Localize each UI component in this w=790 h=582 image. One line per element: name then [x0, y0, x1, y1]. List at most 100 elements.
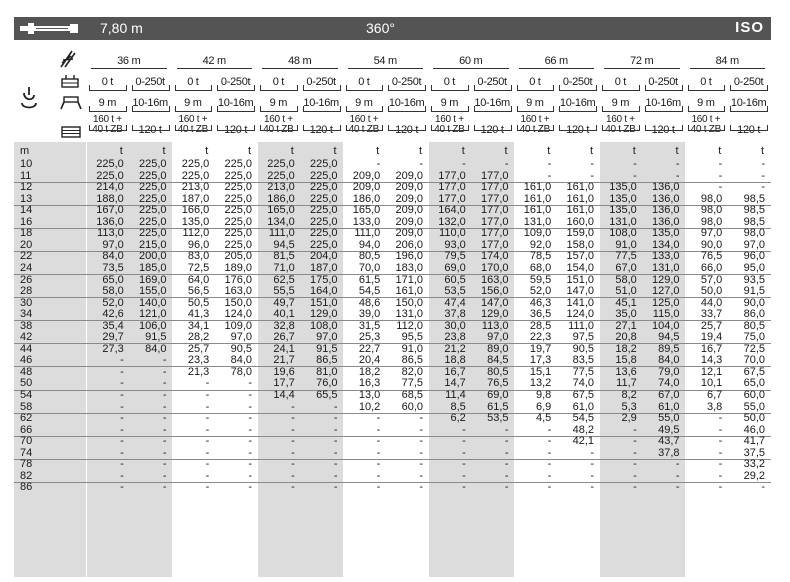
- load-value: -: [547, 469, 552, 482]
- boom-length-label: 72 m: [630, 55, 654, 67]
- load-value: 25,7: [187, 342, 210, 355]
- load-value: -: [761, 158, 765, 170]
- load-value: 177,0: [438, 192, 466, 205]
- load-value: -: [675, 458, 680, 471]
- span-label: 9 m: [526, 97, 544, 109]
- span-label: 9 m: [611, 97, 630, 109]
- load-value: 77,5: [572, 365, 594, 378]
- load-value: 205,0: [224, 250, 252, 263]
- load-value: 225,0: [224, 169, 252, 182]
- load-value: 28,2: [187, 331, 210, 344]
- sub-tick: [168, 125, 170, 131]
- load-value: 6,2: [450, 412, 466, 425]
- load-value: 91,0: [401, 342, 423, 355]
- radius-value: 58: [20, 400, 33, 413]
- sub-tick: [516, 125, 518, 131]
- sub-rule: [131, 130, 169, 131]
- load-value: 22,3: [529, 331, 552, 344]
- load-value: 98,0: [700, 215, 723, 228]
- sub-tick: [89, 125, 90, 131]
- sub-tick: [388, 106, 390, 112]
- sub-tick: [638, 125, 640, 131]
- load-value: -: [120, 412, 124, 425]
- load-value: -: [291, 446, 295, 459]
- load-value: 204,0: [309, 250, 338, 263]
- load-value: 141,0: [566, 296, 594, 309]
- sub-rule: [174, 90, 212, 91]
- sub-tick: [602, 85, 603, 91]
- ctr-label: 0 t: [358, 76, 370, 88]
- radius-value: 24: [20, 261, 33, 274]
- load-value: 163,0: [480, 273, 509, 286]
- load-value: -: [633, 435, 637, 448]
- load-value: -: [675, 169, 680, 182]
- load-value: 225,0: [138, 192, 167, 205]
- sub-tick: [345, 125, 347, 131]
- sub-rule: [345, 90, 383, 91]
- load-value: 58,0: [102, 285, 124, 298]
- load-value: 52,0: [529, 285, 552, 298]
- load-value: 50,0: [700, 285, 723, 298]
- sub-tick: [596, 106, 597, 112]
- sub-tick: [217, 106, 219, 112]
- sub-tick: [730, 125, 732, 131]
- load-value: 74,0: [658, 377, 680, 390]
- load-value: -: [547, 158, 552, 170]
- sub-tick: [339, 85, 341, 91]
- load-value: 84,0: [145, 342, 167, 355]
- load-value: 140,0: [138, 296, 167, 309]
- span-label: 9 m: [355, 97, 373, 109]
- load-value: 9,8: [535, 389, 552, 401]
- sub-rule: [644, 111, 682, 112]
- load-value: 98,5: [743, 192, 765, 205]
- load-value: 31,5: [358, 319, 381, 332]
- load-value: 135,0: [609, 192, 637, 205]
- boom-group-rule: [176, 68, 252, 69]
- span-label: 10-16m: [132, 97, 168, 109]
- sub-tick: [302, 85, 304, 91]
- load-value: 225,0: [224, 192, 252, 205]
- column-header: 36 m0 t0-250t9 m10-16m160 t + 40 t ZB120…: [14, 47, 771, 142]
- load-value: 225,0: [224, 238, 252, 251]
- load-value: 176,0: [224, 273, 252, 286]
- load-value: -: [162, 446, 167, 459]
- sub-rule: [217, 130, 254, 131]
- load-value: 68,5: [401, 389, 423, 401]
- load-value: 165,0: [267, 204, 295, 217]
- sub-tick: [724, 85, 726, 91]
- load-value: -: [205, 377, 210, 390]
- sub-rule: [302, 90, 340, 91]
- load-value: 225,0: [224, 204, 252, 217]
- load-value: 76,0: [316, 377, 338, 390]
- load-value: 158,0: [566, 238, 594, 251]
- boom-length-label: 84 m: [715, 55, 740, 67]
- load-value: 62,5: [273, 273, 295, 286]
- load-value: 14,3: [700, 354, 723, 367]
- sub-tick: [553, 125, 555, 131]
- load-value: 133,0: [352, 215, 381, 228]
- load-value: 29,2: [743, 469, 765, 482]
- load-value: 174,0: [480, 250, 509, 263]
- load-value: -: [675, 158, 680, 170]
- load-value: 35,0: [615, 308, 637, 321]
- load-value: -: [205, 400, 210, 413]
- load-value: -: [590, 469, 594, 482]
- load-value: 6,9: [535, 400, 552, 413]
- load-value: 42,1: [572, 435, 594, 448]
- load-value: 75,0: [743, 331, 765, 344]
- load-value: -: [205, 458, 210, 471]
- load-value: -: [248, 412, 252, 425]
- sub-rule: [602, 130, 639, 131]
- load-value: 111,0: [268, 227, 295, 240]
- ball-label: 160 t + 40 t ZB: [605, 114, 635, 135]
- load-value: 37,5: [743, 446, 765, 459]
- load-value: -: [547, 435, 552, 448]
- load-value: -: [120, 435, 124, 448]
- load-value: 14,7: [444, 377, 466, 390]
- sub-tick: [89, 106, 90, 112]
- span-label: 10-16m: [730, 97, 767, 109]
- load-value: -: [718, 158, 723, 170]
- load-value: 67,0: [658, 389, 680, 401]
- radius-value: 66: [20, 423, 33, 436]
- load-value: 151,0: [566, 273, 594, 286]
